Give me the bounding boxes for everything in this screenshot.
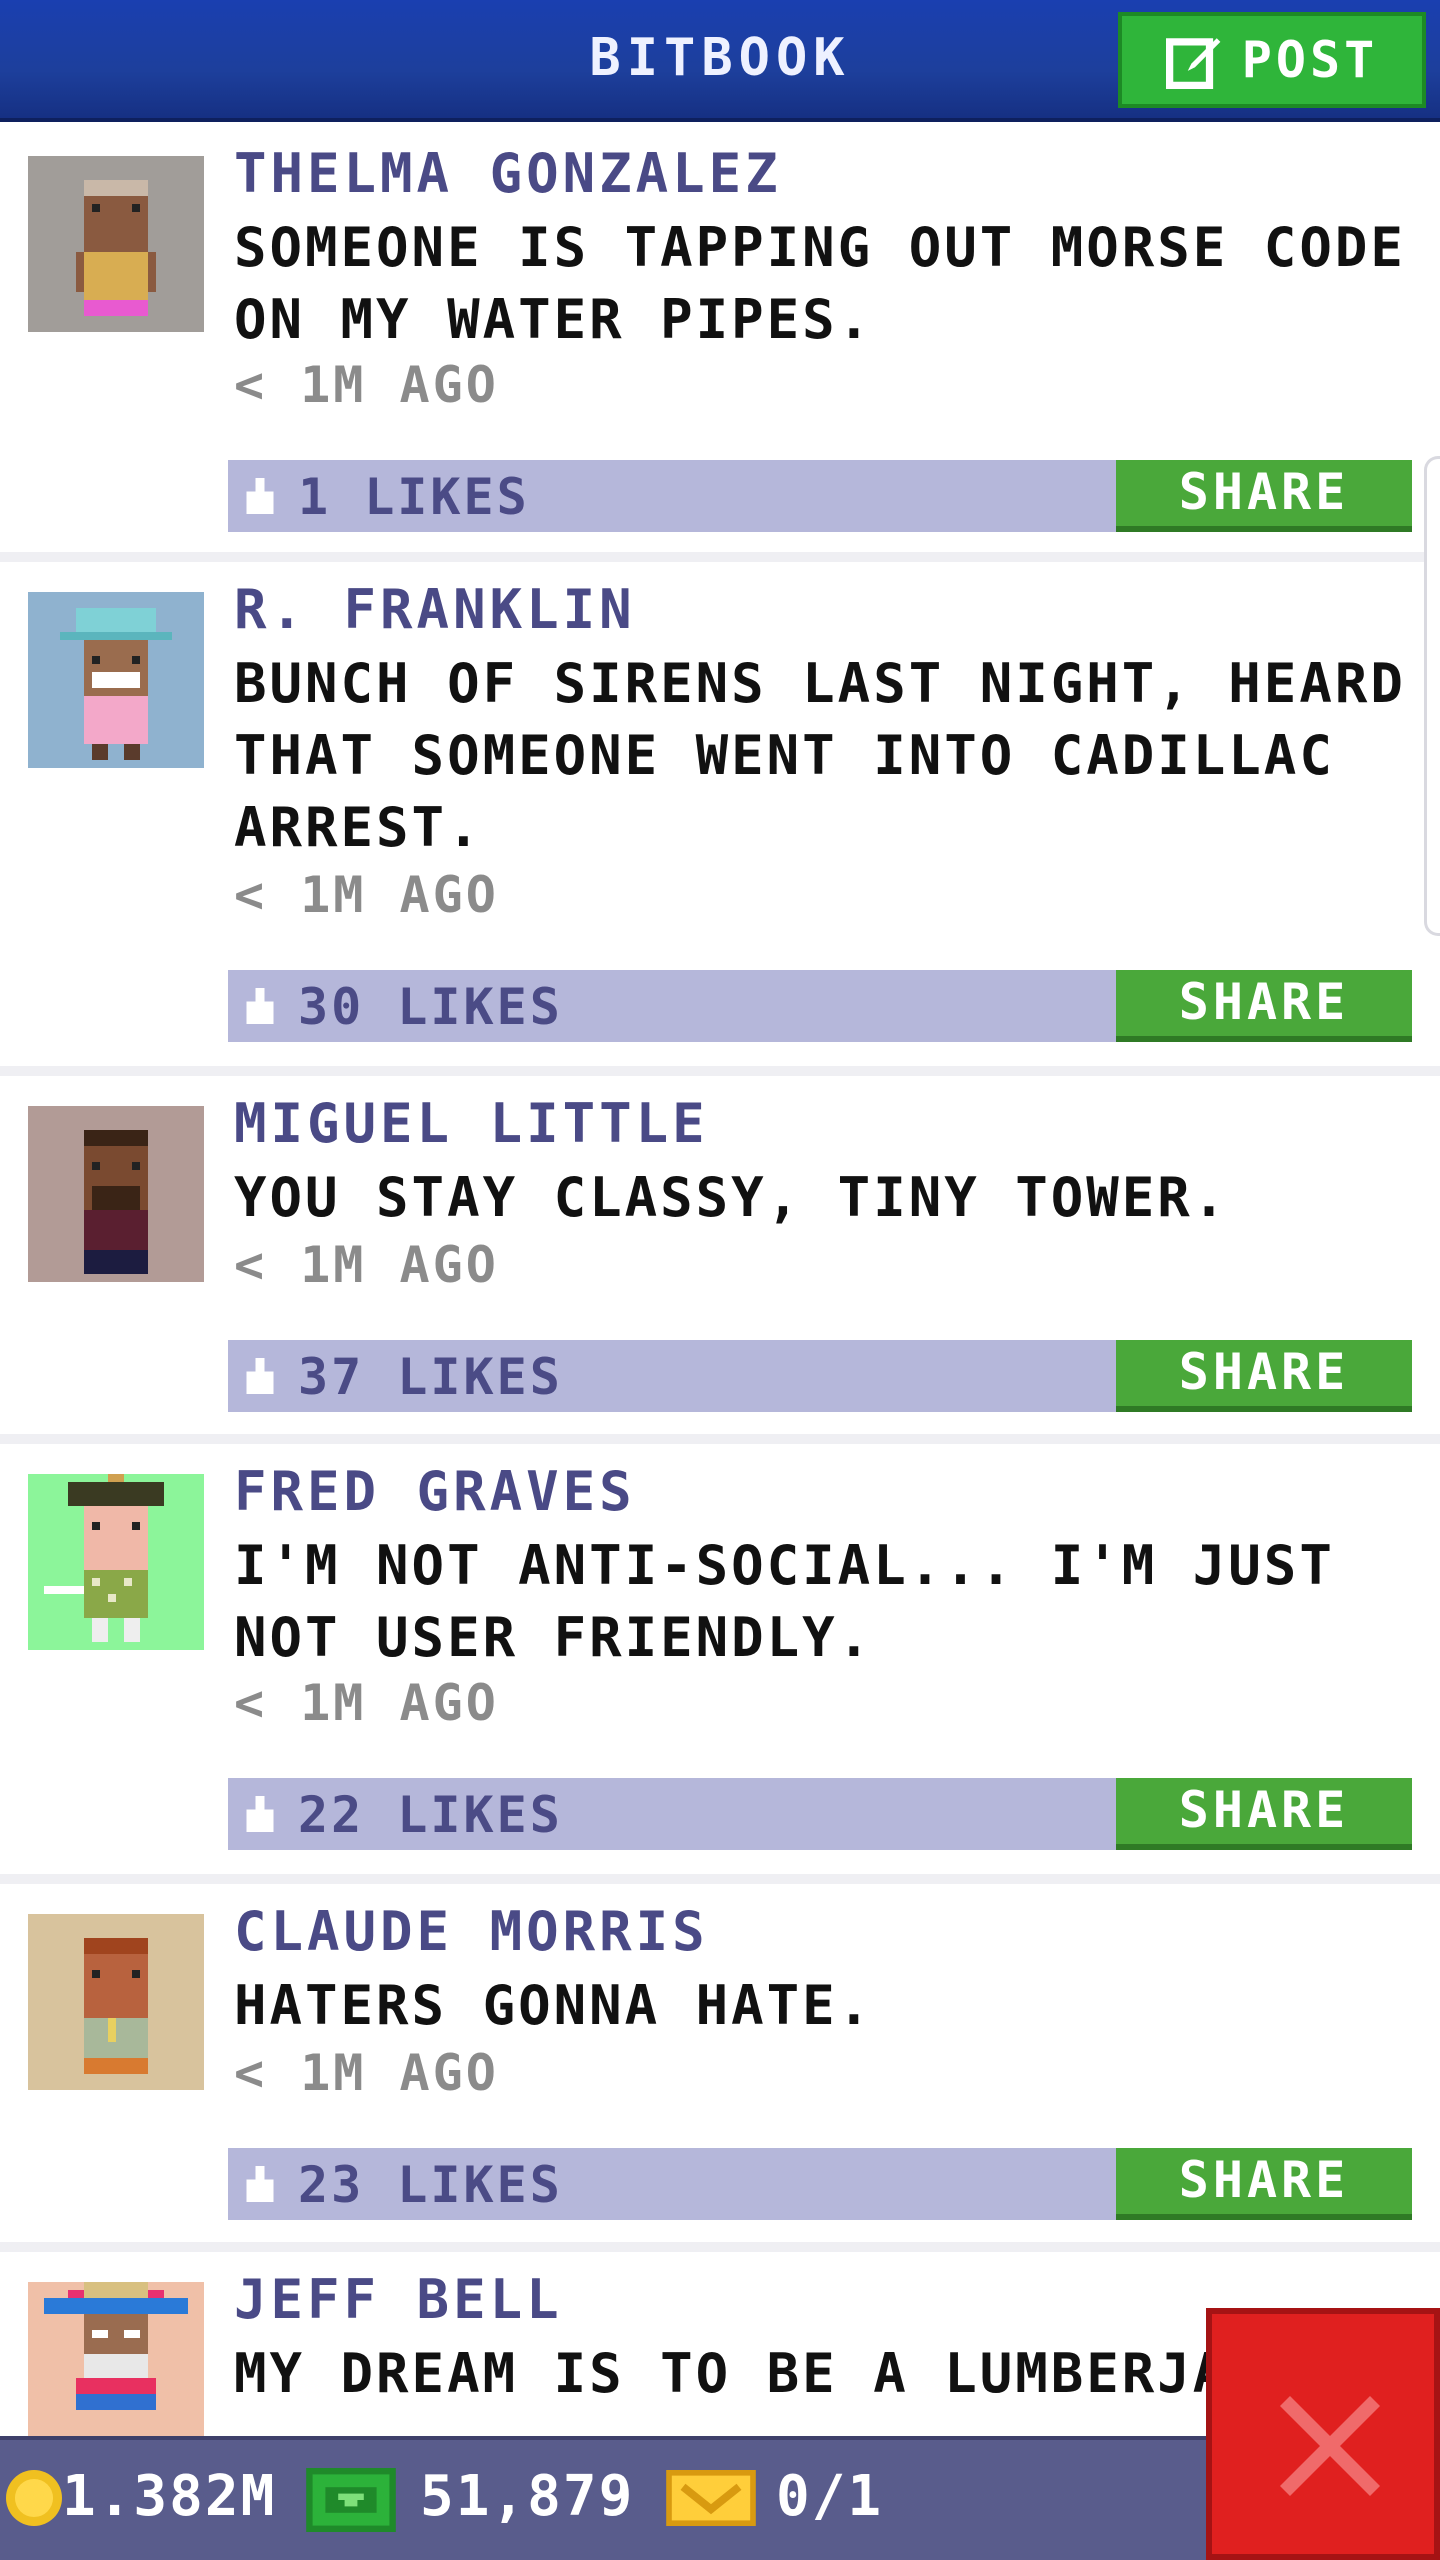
likes-bar: 22 LIKES SHARE — [228, 1778, 1412, 1850]
post-edit-icon — [1165, 38, 1221, 89]
post-time: < 1M AGO — [234, 1236, 499, 1294]
avatar — [28, 1474, 204, 1650]
feed-post: FRED GRAVES I'M NOT ANTI-SOCIAL... I'M J… — [0, 1444, 1440, 1884]
likes-bar: 23 LIKES SHARE — [228, 2148, 1412, 2220]
bux-icon — [666, 2470, 756, 2526]
share-button[interactable]: SHARE — [1116, 1340, 1412, 1412]
share-button[interactable]: SHARE — [1116, 2148, 1412, 2220]
post-message: BUNCH OF SIRENS LAST NIGHT, HEARD THAT S… — [234, 652, 1406, 859]
share-button[interactable]: SHARE — [1116, 970, 1412, 1042]
post-author: CLAUDE MORRIS — [234, 1900, 709, 1963]
post-button[interactable]: POST — [1118, 12, 1426, 108]
likes-count: 22 LIKES — [298, 1786, 563, 1844]
likes-bar: 37 LIKES SHARE — [228, 1340, 1412, 1412]
likes-count: 30 LIKES — [298, 978, 563, 1036]
post-author: MIGUEL LITTLE — [234, 1092, 709, 1155]
post-message: I'M NOT ANTI-SOCIAL... I'M JUST NOT USER… — [234, 1534, 1335, 1669]
like-icon[interactable] — [242, 1796, 278, 1832]
post-button-label: POST — [1241, 31, 1379, 89]
app-header: BITBOOK POST — [0, 0, 1440, 122]
scroll-indicator[interactable] — [1424, 456, 1440, 936]
post-author: FRED GRAVES — [234, 1460, 636, 1523]
post-time: < 1M AGO — [234, 2044, 499, 2102]
feed-post: THELMA GONZALEZ SOMEONE IS TAPPING OUT M… — [0, 126, 1440, 562]
bux-count: 0/1 — [776, 2464, 884, 2529]
feed-post: MIGUEL LITTLE YOU STAY CLASSY, TINY TOWE… — [0, 1076, 1440, 1444]
likes-count: 23 LIKES — [298, 2156, 563, 2214]
close-icon — [1280, 2396, 1380, 2496]
post-author: THELMA GONZALEZ — [234, 142, 782, 205]
coins-count: 1.382M — [62, 2464, 277, 2529]
post-author: R. FRANKLIN — [234, 578, 636, 641]
post-time: < 1M AGO — [234, 356, 499, 414]
post-message: YOU STAY CLASSY, TINY TOWER. — [234, 1166, 1229, 1229]
like-icon[interactable] — [242, 478, 278, 514]
likes-count: 37 LIKES — [298, 1348, 563, 1406]
cash-icon — [306, 2468, 396, 2532]
share-button[interactable]: SHARE — [1116, 460, 1412, 532]
likes-count: 1 LIKES — [298, 468, 530, 526]
share-button[interactable]: SHARE — [1116, 1778, 1412, 1850]
likes-bar: 30 LIKES SHARE — [228, 970, 1412, 1042]
post-message: SOMEONE IS TAPPING OUT MORSE CODE ON MY … — [234, 216, 1406, 351]
avatar — [28, 592, 204, 768]
like-icon[interactable] — [242, 2166, 278, 2202]
coin-icon — [6, 2470, 62, 2526]
post-time: < 1M AGO — [234, 866, 499, 924]
post-time: < 1M AGO — [234, 1674, 499, 1732]
like-icon[interactable] — [242, 1358, 278, 1394]
feed-post: CLAUDE MORRIS HATERS GONNA HATE. < 1M AG… — [0, 1884, 1440, 2252]
feed-post: R. FRANKLIN BUNCH OF SIRENS LAST NIGHT, … — [0, 562, 1440, 1076]
close-button[interactable] — [1206, 2308, 1440, 2560]
post-author: JEFF BELL — [234, 2268, 563, 2331]
likes-bar: 1 LIKES SHARE — [228, 460, 1412, 532]
post-message: HATERS GONNA HATE. — [234, 1974, 874, 2037]
avatar — [28, 1106, 204, 1282]
like-icon[interactable] — [242, 988, 278, 1024]
avatar — [28, 156, 204, 332]
news-feed[interactable]: THELMA GONZALEZ SOMEONE IS TAPPING OUT M… — [0, 126, 1440, 2436]
avatar — [28, 1914, 204, 2090]
cash-count: 51,879 — [420, 2464, 635, 2529]
avatar — [28, 2282, 204, 2436]
